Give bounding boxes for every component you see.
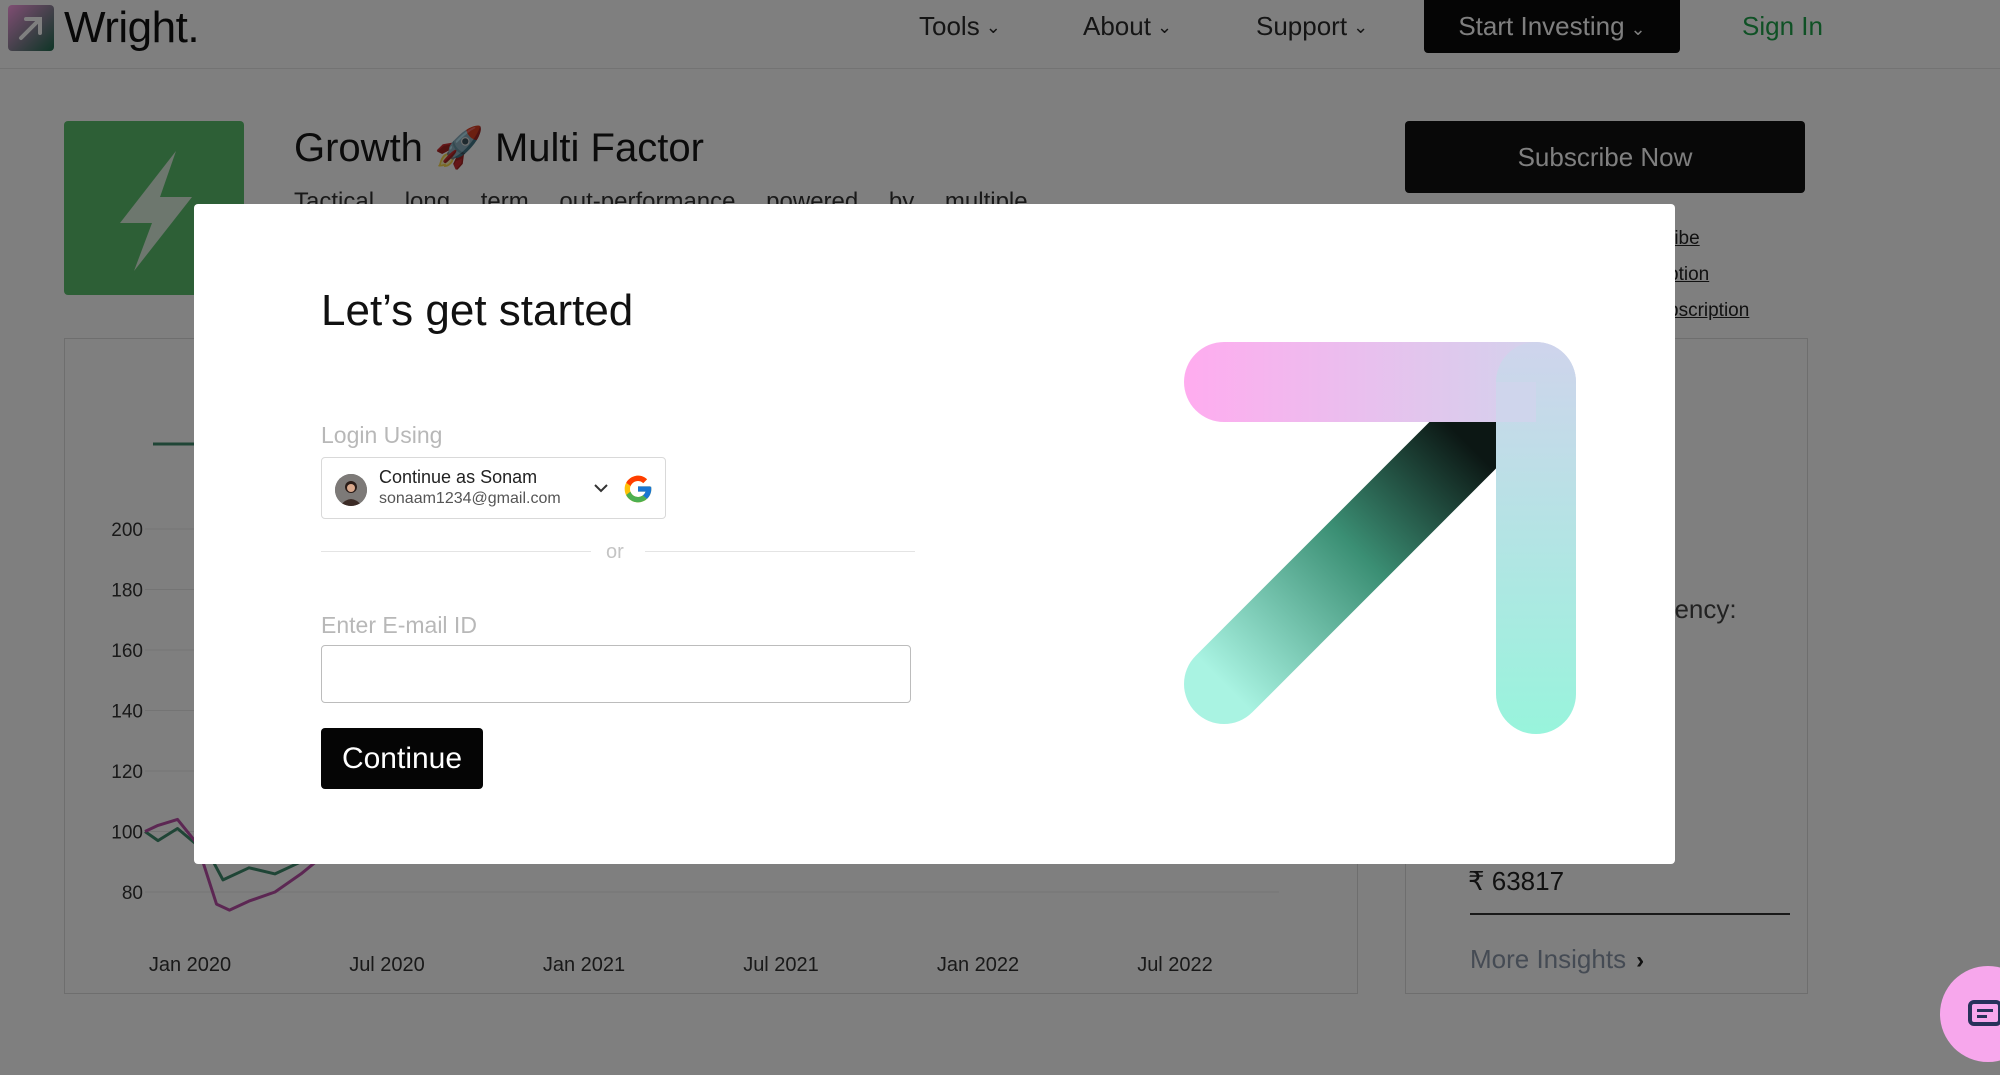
- login-modal: Let’s get started Login Using Continue a…: [194, 204, 1675, 864]
- google-logo-icon: [624, 475, 652, 503]
- modal-title: Let’s get started: [321, 286, 634, 335]
- wright-arrow-illustration: [1184, 342, 1576, 734]
- or-separator: or: [606, 541, 624, 563]
- user-avatar-icon: [335, 474, 367, 506]
- login-using-label: Login Using: [321, 422, 443, 448]
- google-account-name: Continue as Sonam: [379, 467, 538, 487]
- avatar: [335, 474, 367, 506]
- divider: [645, 551, 915, 552]
- google-account-email: sonaam1234@gmail.com: [379, 490, 561, 507]
- divider: [321, 551, 591, 552]
- chevron-down-icon: [594, 480, 608, 496]
- chat-icon: [1968, 1000, 2000, 1026]
- email-input[interactable]: [321, 645, 911, 703]
- google-continue-button[interactable]: Continue as Sonam sonaam1234@gmail.com: [321, 457, 666, 519]
- continue-button[interactable]: Continue: [321, 728, 483, 789]
- email-label: Enter E-mail ID: [321, 612, 477, 638]
